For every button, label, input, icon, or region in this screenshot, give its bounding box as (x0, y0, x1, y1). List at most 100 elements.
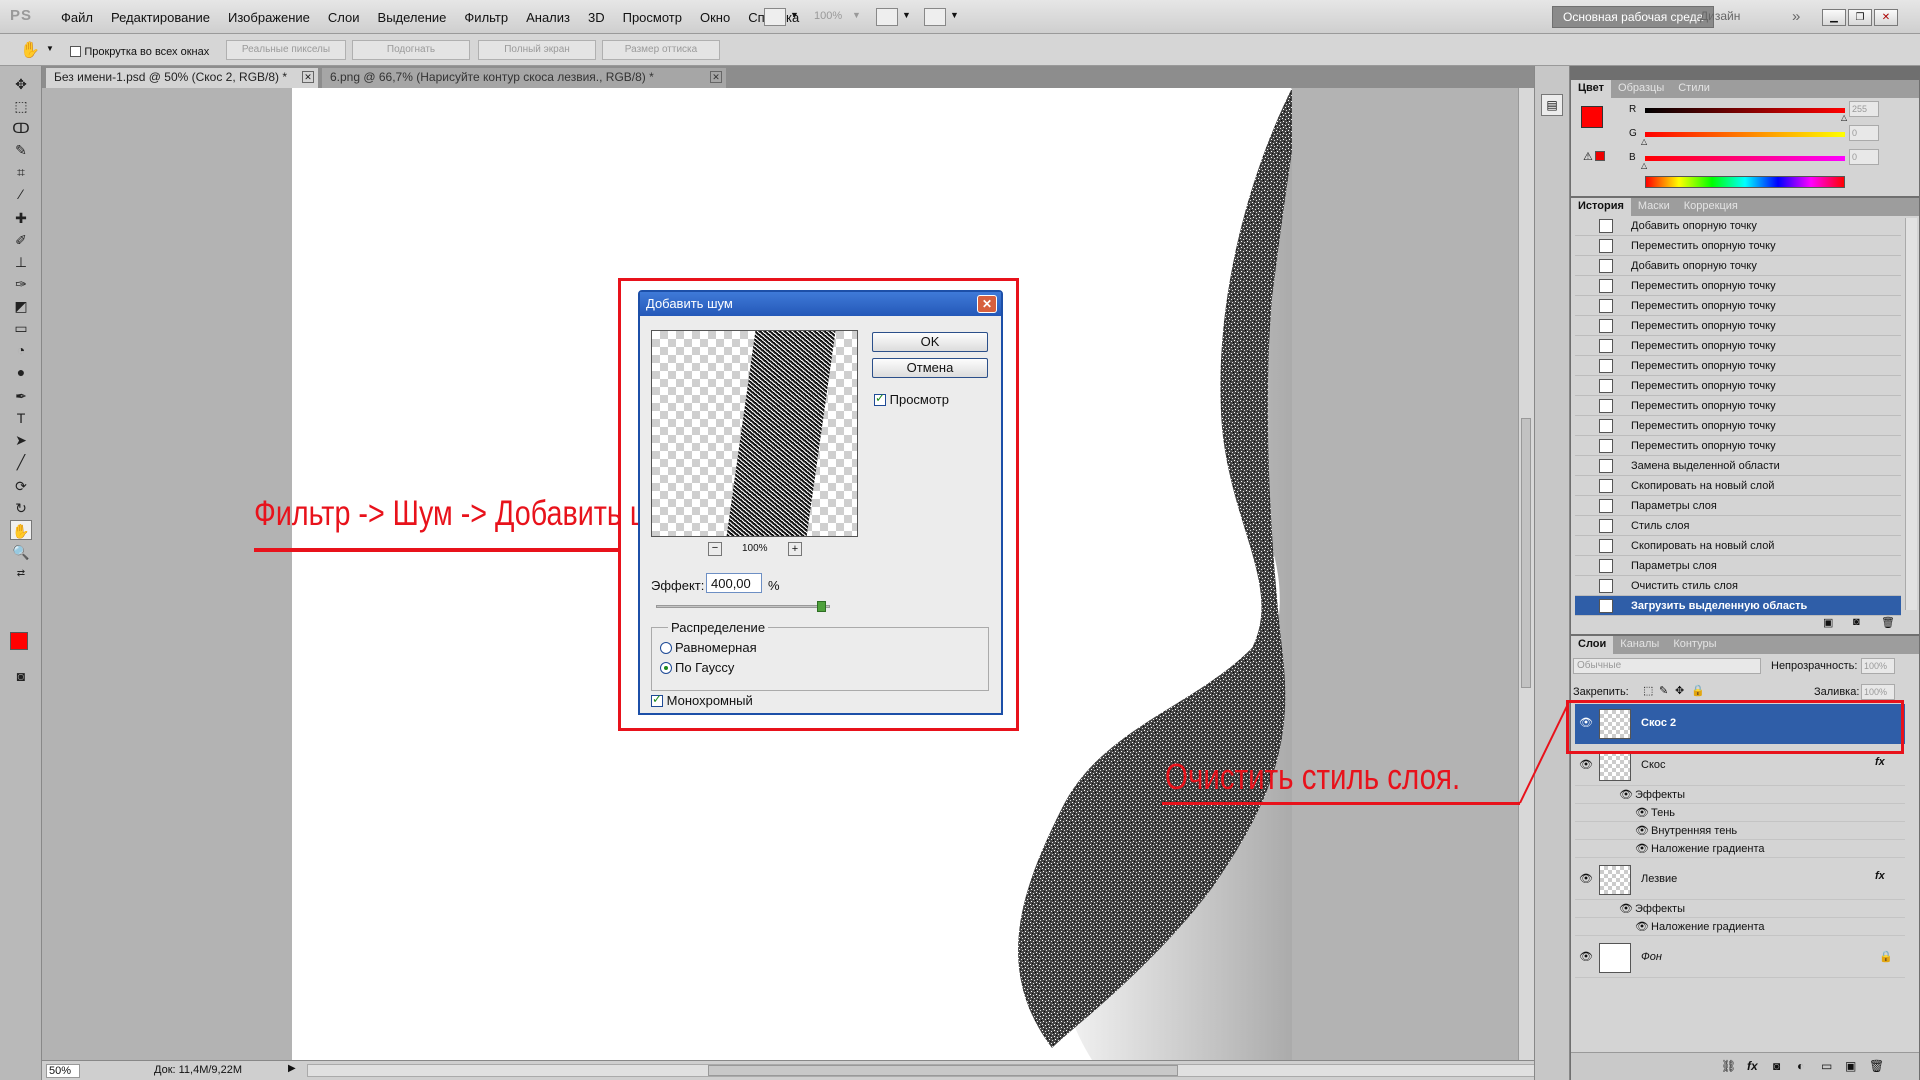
cancel-button[interactable]: Отмена (872, 358, 988, 378)
history-item[interactable]: Параметры слоя (1575, 496, 1901, 516)
channel-g-slider[interactable] (1645, 132, 1845, 137)
checkbox-icon[interactable] (651, 692, 663, 707)
effects-row[interactable]: 👁 Эффекты (1575, 786, 1905, 804)
marquee-tool-icon[interactable]: ⬚ (10, 96, 32, 116)
brush-tool-icon[interactable]: ✐ (10, 230, 32, 250)
history-item[interactable]: Переместить опорную точку (1575, 356, 1901, 376)
horizontal-scrollbar[interactable] (307, 1064, 1537, 1077)
hand-tool-icon[interactable]: ✋ (20, 40, 40, 60)
fill-screen-button[interactable]: Полный экран (478, 40, 596, 60)
history-item[interactable]: Переместить опорную точку (1575, 396, 1901, 416)
lock-all-icon[interactable]: 🔒 (1691, 684, 1705, 697)
history-item[interactable]: Переместить опорную точку (1575, 316, 1901, 336)
workspace-design-button[interactable]: Дизайн (1690, 6, 1750, 28)
lock-brush-icon[interactable]: ✎ (1659, 684, 1668, 697)
channel-r-input[interactable]: 255 (1849, 101, 1879, 117)
eye-icon[interactable]: 👁 (1635, 806, 1649, 819)
scroll-thumb[interactable] (1521, 418, 1531, 688)
tab-color[interactable]: Цвет (1571, 80, 1612, 98)
opacity-input[interactable]: 100% (1861, 658, 1895, 674)
eraser-tool-icon[interactable]: ◩ (10, 296, 32, 316)
new-snapshot-icon[interactable]: ◙ (1853, 616, 1860, 628)
new-document-from-state-icon[interactable]: ▣ (1823, 616, 1833, 629)
history-scrollbar[interactable] (1905, 218, 1917, 610)
zoom-out-button[interactable]: − (708, 542, 722, 556)
history-panel-icon[interactable]: ▤ (1541, 94, 1563, 116)
effect-row[interactable]: 👁 Внутренняя тень (1575, 822, 1905, 840)
history-item[interactable]: Очистить стиль слоя (1575, 576, 1901, 596)
crop-tool-icon[interactable]: ⌗ (10, 162, 32, 182)
blend-mode-select[interactable]: Обычные (1573, 658, 1761, 674)
new-layer-icon[interactable]: ▣ (1845, 1059, 1856, 1073)
more-workspaces-icon[interactable]: » (1792, 8, 1800, 25)
zoom-readout[interactable]: 50% (46, 1064, 80, 1078)
scroll-thumb[interactable] (708, 1065, 1178, 1076)
lock-position-icon[interactable]: ✥ (1675, 684, 1684, 697)
layer-row-lezvie[interactable]: 👁 Лезвие fx (1575, 860, 1905, 900)
history-item[interactable]: Параметры слоя (1575, 556, 1901, 576)
eye-icon[interactable]: 👁 (1579, 872, 1593, 885)
radio-icon[interactable] (660, 642, 672, 654)
add-style-icon[interactable]: fx (1747, 1059, 1758, 1073)
menu-3d[interactable]: 3D (579, 10, 614, 25)
quick-mask-icon[interactable]: ◙ (10, 666, 32, 686)
path-select-tool-icon[interactable]: ➤ (10, 430, 32, 450)
effect-slider-track[interactable] (656, 605, 830, 608)
history-item[interactable]: Стиль слоя (1575, 516, 1901, 536)
trash-icon[interactable]: 🗑 (1881, 616, 1895, 629)
gamut-warning-icon[interactable]: ⚠ (1583, 150, 1593, 163)
uniform-radio[interactable]: Равномерная (660, 640, 757, 655)
menu-view[interactable]: Просмотр (614, 10, 691, 25)
eye-icon[interactable]: 👁 (1635, 842, 1649, 855)
effect-row[interactable]: 👁 Тень (1575, 804, 1905, 822)
chevron-down-icon[interactable]: ▼ (950, 10, 959, 20)
tab-channels[interactable]: Каналы (1613, 636, 1666, 654)
channel-b-slider[interactable] (1645, 156, 1845, 161)
channel-r-slider[interactable] (1645, 108, 1845, 113)
slider-thumb-icon[interactable]: △ (1641, 137, 1647, 146)
eye-icon[interactable]: 👁 (1635, 920, 1649, 933)
pen-tool-icon[interactable]: ✒ (10, 386, 32, 406)
arrow-right-icon[interactable]: ▶ (288, 1063, 296, 1074)
history-item[interactable]: Скопировать на новый слой (1575, 536, 1901, 556)
gradient-tool-icon[interactable]: ▭ (10, 318, 32, 338)
eye-icon[interactable]: 👁 (1635, 824, 1649, 837)
menu-edit[interactable]: Редактирование (102, 10, 219, 25)
tab-history[interactable]: История (1571, 198, 1631, 216)
menu-filter[interactable]: Фильтр (455, 10, 517, 25)
close-icon[interactable]: ✕ (710, 71, 722, 83)
tab-styles[interactable]: Стили (1671, 80, 1717, 98)
add-mask-icon[interactable]: ◙ (1773, 1059, 1780, 1073)
tab-masks[interactable]: Маски (1631, 198, 1677, 216)
tab-layers[interactable]: Слои (1571, 636, 1614, 654)
slider-thumb-icon[interactable]: △ (1841, 113, 1847, 122)
chevron-down-icon[interactable]: ▼ (902, 10, 911, 20)
tab-document-2[interactable]: 6.png @ 66,7% (Нарисуйте контур скоса ле… (322, 68, 726, 88)
chevron-down-icon[interactable]: ▼ (46, 44, 54, 53)
zoom-in-button[interactable]: + (788, 542, 802, 556)
gamut-color-swatch[interactable] (1595, 151, 1605, 161)
history-item[interactable]: Добавить опорную точку (1575, 256, 1901, 276)
tab-document-1[interactable]: Без имени-1.psd @ 50% (Скос 2, RGB/8) * … (46, 68, 318, 88)
screen-mode-icon[interactable] (924, 8, 946, 26)
menu-layers[interactable]: Слои (319, 10, 369, 25)
zoom-tool-icon[interactable]: 🔍 (10, 542, 32, 562)
new-adjustment-icon[interactable]: ◐ (1797, 1059, 1804, 1073)
tab-swatches[interactable]: Образцы (1611, 80, 1671, 98)
effect-row[interactable]: 👁 Наложение градиента (1575, 918, 1905, 936)
zoom-combo[interactable]: 100% (814, 10, 842, 22)
history-item[interactable]: Переместить опорную точку (1575, 276, 1901, 296)
trash-icon[interactable]: 🗑 (1869, 1059, 1884, 1073)
gaussian-radio[interactable]: По Гауссу (660, 660, 734, 675)
layer-fx-icon[interactable]: fx (1875, 756, 1885, 768)
print-size-button[interactable]: Размер оттиска (602, 40, 720, 60)
history-item[interactable]: Скопировать на новый слой (1575, 476, 1901, 496)
menu-analysis[interactable]: Анализ (517, 10, 579, 25)
healing-brush-icon[interactable]: ✚ (10, 208, 32, 228)
effect-input[interactable]: 400,00 (706, 573, 762, 593)
history-item[interactable]: Переместить опорную точку (1575, 436, 1901, 456)
blur-tool-icon[interactable]: ◔ (10, 340, 32, 360)
history-item[interactable]: Переместить опорную точку (1575, 416, 1901, 436)
ok-button[interactable]: OK (872, 332, 988, 352)
hand-tool-icon[interactable]: ✋ (10, 520, 32, 540)
